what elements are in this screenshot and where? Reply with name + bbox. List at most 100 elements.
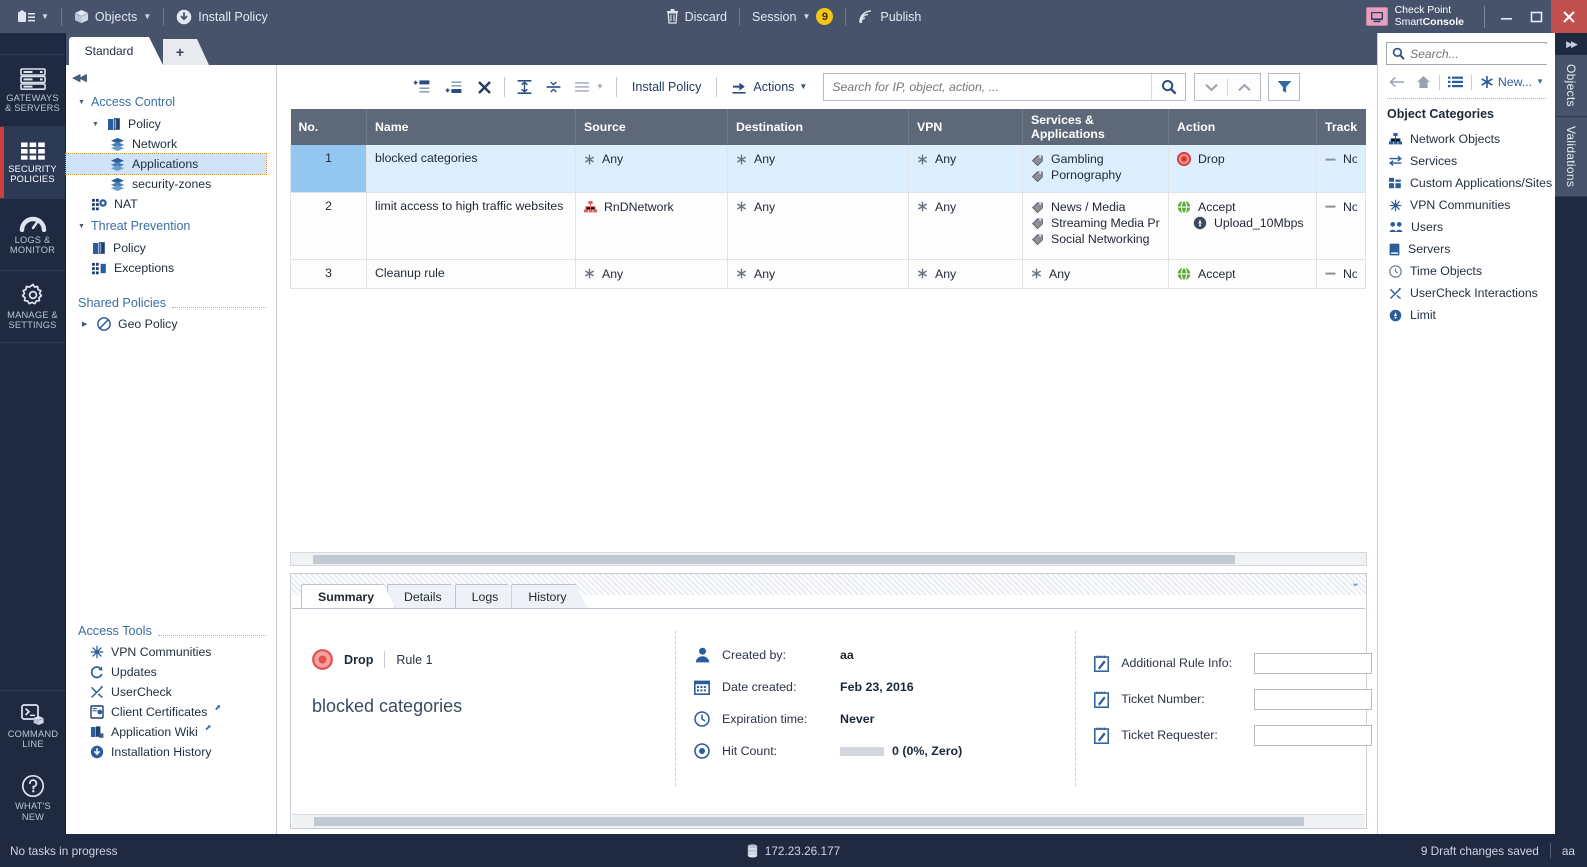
object-category-vpn-communities[interactable]: VPN Communities: [1378, 194, 1555, 216]
vtab-validations[interactable]: Validations: [1555, 116, 1587, 197]
search-next-button[interactable]: [1195, 74, 1227, 100]
objects-search-input[interactable]: [1410, 43, 1570, 64]
rule-action[interactable]: Accept Upload_10Mbps: [1168, 192, 1317, 260]
rule-services[interactable]: Gambling Pornography: [1022, 145, 1169, 193]
back-button[interactable]: [1385, 71, 1408, 93]
sidebar-item-gateways-servers[interactable]: GATEWAYS & SERVERS: [0, 55, 65, 127]
status-draft-changes[interactable]: 9 Draft changes saved: [1421, 844, 1539, 858]
tab-details[interactable]: Details: [387, 584, 463, 608]
chevron-expand-icon[interactable]: ⌄: [1351, 576, 1360, 589]
app-menu-button[interactable]: ▼: [8, 0, 59, 33]
vtab-objects[interactable]: Objects: [1555, 55, 1587, 117]
rule-vpn[interactable]: Any: [908, 192, 1023, 260]
session-button[interactable]: Session ▼ 9: [742, 0, 843, 33]
collapse-all-button[interactable]: [539, 73, 568, 101]
search-input[interactable]: [824, 74, 1152, 100]
rule-services[interactable]: News / Media Streaming Media Pr... Socia…: [1022, 192, 1169, 260]
object-category-usercheck-interactions[interactable]: UserCheck Interactions: [1378, 282, 1555, 304]
ticket-number-input[interactable]: [1254, 688, 1372, 710]
objects-menu-button[interactable]: Objects ▼: [64, 0, 161, 33]
column-header-action[interactable]: Action: [1168, 109, 1317, 145]
rule-destination[interactable]: Any: [727, 145, 909, 193]
details-horizontal-scrollbar[interactable]: [292, 814, 1365, 828]
filter-button[interactable]: [1268, 73, 1301, 101]
add-rule-below-button[interactable]: [438, 73, 470, 101]
actions-menu-button[interactable]: Actions ▼: [722, 73, 817, 101]
add-rule-above-button[interactable]: [406, 73, 438, 101]
column-header-destination[interactable]: Destination: [727, 109, 909, 145]
column-header-name[interactable]: Name: [366, 109, 576, 145]
nav-tool-updates[interactable]: Updates: [66, 662, 276, 682]
nav-tool-vpn-communities[interactable]: VPN Communities: [66, 642, 276, 662]
nav-item-policy[interactable]: ▼ Policy: [66, 114, 276, 134]
rule-vpn[interactable]: Any: [908, 259, 1023, 289]
tab-logs[interactable]: Logs: [455, 584, 520, 608]
rule-services[interactable]: Any: [1022, 259, 1169, 289]
new-tab-button[interactable]: +: [163, 39, 209, 65]
objects-search-box[interactable]: [1386, 42, 1570, 65]
rule-action[interactable]: Accept: [1168, 259, 1317, 289]
sidebar-item-command-line[interactable]: COMMAND LINE: [0, 690, 66, 762]
column-header-vpn[interactable]: VPN: [908, 109, 1023, 145]
nav-item-security-zones[interactable]: security-zones: [66, 174, 276, 194]
install-policy-toolbar-button[interactable]: Install Policy: [622, 73, 711, 101]
object-category-servers[interactable]: Servers: [1378, 238, 1555, 260]
minimize-button[interactable]: [1491, 0, 1521, 33]
rule-track[interactable]: None: [1316, 145, 1366, 193]
nav-item-geo-policy[interactable]: ▶ Geo Policy: [66, 314, 276, 334]
tab-summary[interactable]: Summary: [301, 584, 395, 608]
ticket-requester-input[interactable]: [1254, 724, 1372, 746]
nav-item-applications[interactable]: Applications: [65, 153, 267, 175]
scrollbar-thumb[interactable]: [314, 817, 1304, 826]
rule-name[interactable]: Cleanup rule: [366, 259, 576, 289]
rules-search-box[interactable]: [823, 73, 1187, 101]
home-button[interactable]: [1412, 71, 1435, 93]
rule-track[interactable]: None: [1316, 192, 1366, 260]
rule-name[interactable]: limit access to high traffic websites: [366, 192, 576, 260]
rule-source[interactable]: Any: [575, 259, 728, 289]
tab-history[interactable]: History: [511, 584, 587, 608]
nav-tool-client-certificates[interactable]: Client Certificates ⬈: [66, 702, 276, 722]
new-object-button[interactable]: New... ▼: [1476, 75, 1548, 89]
close-button[interactable]: [1551, 0, 1587, 33]
sidebar-item-security-policies[interactable]: SECURITY POLICIES: [0, 127, 65, 199]
object-category-services[interactable]: Services: [1378, 150, 1555, 172]
object-category-network-objects[interactable]: Network Objects: [1378, 128, 1555, 150]
rule-name[interactable]: blocked categories: [366, 145, 576, 193]
nav-item-nat[interactable]: NAT: [66, 194, 276, 214]
object-category-users[interactable]: Users: [1378, 216, 1555, 238]
rule-destination[interactable]: Any: [727, 192, 909, 260]
column-header-source[interactable]: Source: [575, 109, 728, 145]
object-category-custom-applications-sites[interactable]: Custom Applications/Sites: [1378, 172, 1555, 194]
sidebar-item-manage-settings[interactable]: MANAGE & SETTINGS: [0, 271, 65, 343]
rule-vpn[interactable]: Any: [908, 145, 1023, 193]
tab-standard[interactable]: Standard: [69, 37, 163, 65]
column-header-services[interactable]: Services & Applications: [1022, 109, 1169, 145]
rule-track[interactable]: None: [1316, 259, 1366, 289]
list-menu-button[interactable]: ▼: [568, 73, 611, 101]
list-view-button[interactable]: [1444, 71, 1467, 93]
column-header-track[interactable]: Track: [1316, 109, 1366, 145]
table-row[interactable]: 1 blocked categories Any Any Any Gamblin…: [290, 145, 1366, 193]
column-header-no[interactable]: No.: [290, 109, 367, 145]
additional-rule-info-input[interactable]: [1254, 652, 1372, 674]
search-prev-button[interactable]: [1228, 74, 1260, 100]
discard-button[interactable]: Discard: [656, 0, 737, 33]
nav-item-tp-policy[interactable]: Policy: [66, 238, 276, 258]
scrollbar-thumb[interactable]: [313, 555, 1235, 564]
nav-tool-installation-history[interactable]: Installation History: [66, 742, 276, 762]
nav-tool-usercheck[interactable]: UserCheck: [66, 682, 276, 702]
publish-button[interactable]: Publish: [848, 0, 931, 33]
object-category-limit[interactable]: Limit: [1378, 304, 1555, 326]
rule-action[interactable]: Drop: [1168, 145, 1317, 193]
sidebar-item-whats-new[interactable]: WHAT'S NEW: [0, 762, 66, 834]
nav-item-network[interactable]: Network: [66, 134, 276, 154]
collapse-left-icon[interactable]: ◀◀: [66, 69, 276, 90]
expand-all-button[interactable]: [510, 73, 539, 101]
rule-source[interactable]: RnDNetwork: [575, 192, 728, 260]
install-policy-button[interactable]: Install Policy: [166, 0, 277, 33]
rule-destination[interactable]: Any: [727, 259, 909, 289]
delete-rule-button[interactable]: [470, 73, 499, 101]
search-icon[interactable]: [1151, 74, 1185, 100]
nav-group-access-control[interactable]: ▼ Access Control: [66, 90, 276, 114]
